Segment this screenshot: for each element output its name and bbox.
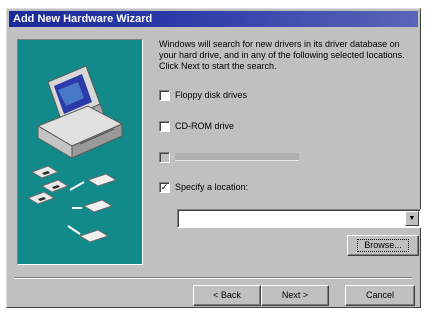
cancel-button-label: Cancel [365,290,394,300]
next-button[interactable]: Next > [261,285,329,306]
chevron-down-icon[interactable]: ▼ [405,211,419,226]
floppy-option[interactable]: Floppy disk drives [159,88,247,102]
floppy-checkbox[interactable] [159,89,170,101]
cancel-button[interactable]: Cancel [345,285,415,306]
disabled-option [159,150,299,164]
title-bar[interactable]: Add New Hardware Wizard [9,11,418,27]
location-combobox[interactable]: ▼ [177,209,421,228]
specify-location-checkbox[interactable]: ✓ [159,181,170,193]
wizard-illustration [17,39,143,265]
specify-location-label: Specify a location: [175,182,249,192]
separator [15,277,412,279]
specify-location-option[interactable]: ✓ Specify a location: [159,180,248,194]
window-title: Add New Hardware Wizard [13,13,153,25]
floppy-label: Floppy disk drives [175,90,248,100]
cdrom-option[interactable]: CD-ROM drive [159,119,234,133]
browse-button[interactable]: Browse... [347,235,419,256]
back-button-label: < Back [213,290,241,300]
wizard-window: Add New Hardware Wizard Windows will sea… [6,8,421,308]
cdrom-checkbox[interactable] [159,120,170,132]
computer-with-disks-icon [26,65,124,243]
disabled-option-label [175,153,299,161]
search-description: Windows will search for new drivers in i… [159,39,405,71]
cdrom-label: CD-ROM drive [175,121,235,131]
next-button-label: Next > [281,290,309,300]
browse-button-label: Browse... [357,239,409,252]
disabled-checkbox [159,151,170,163]
back-button[interactable]: < Back [193,285,261,306]
